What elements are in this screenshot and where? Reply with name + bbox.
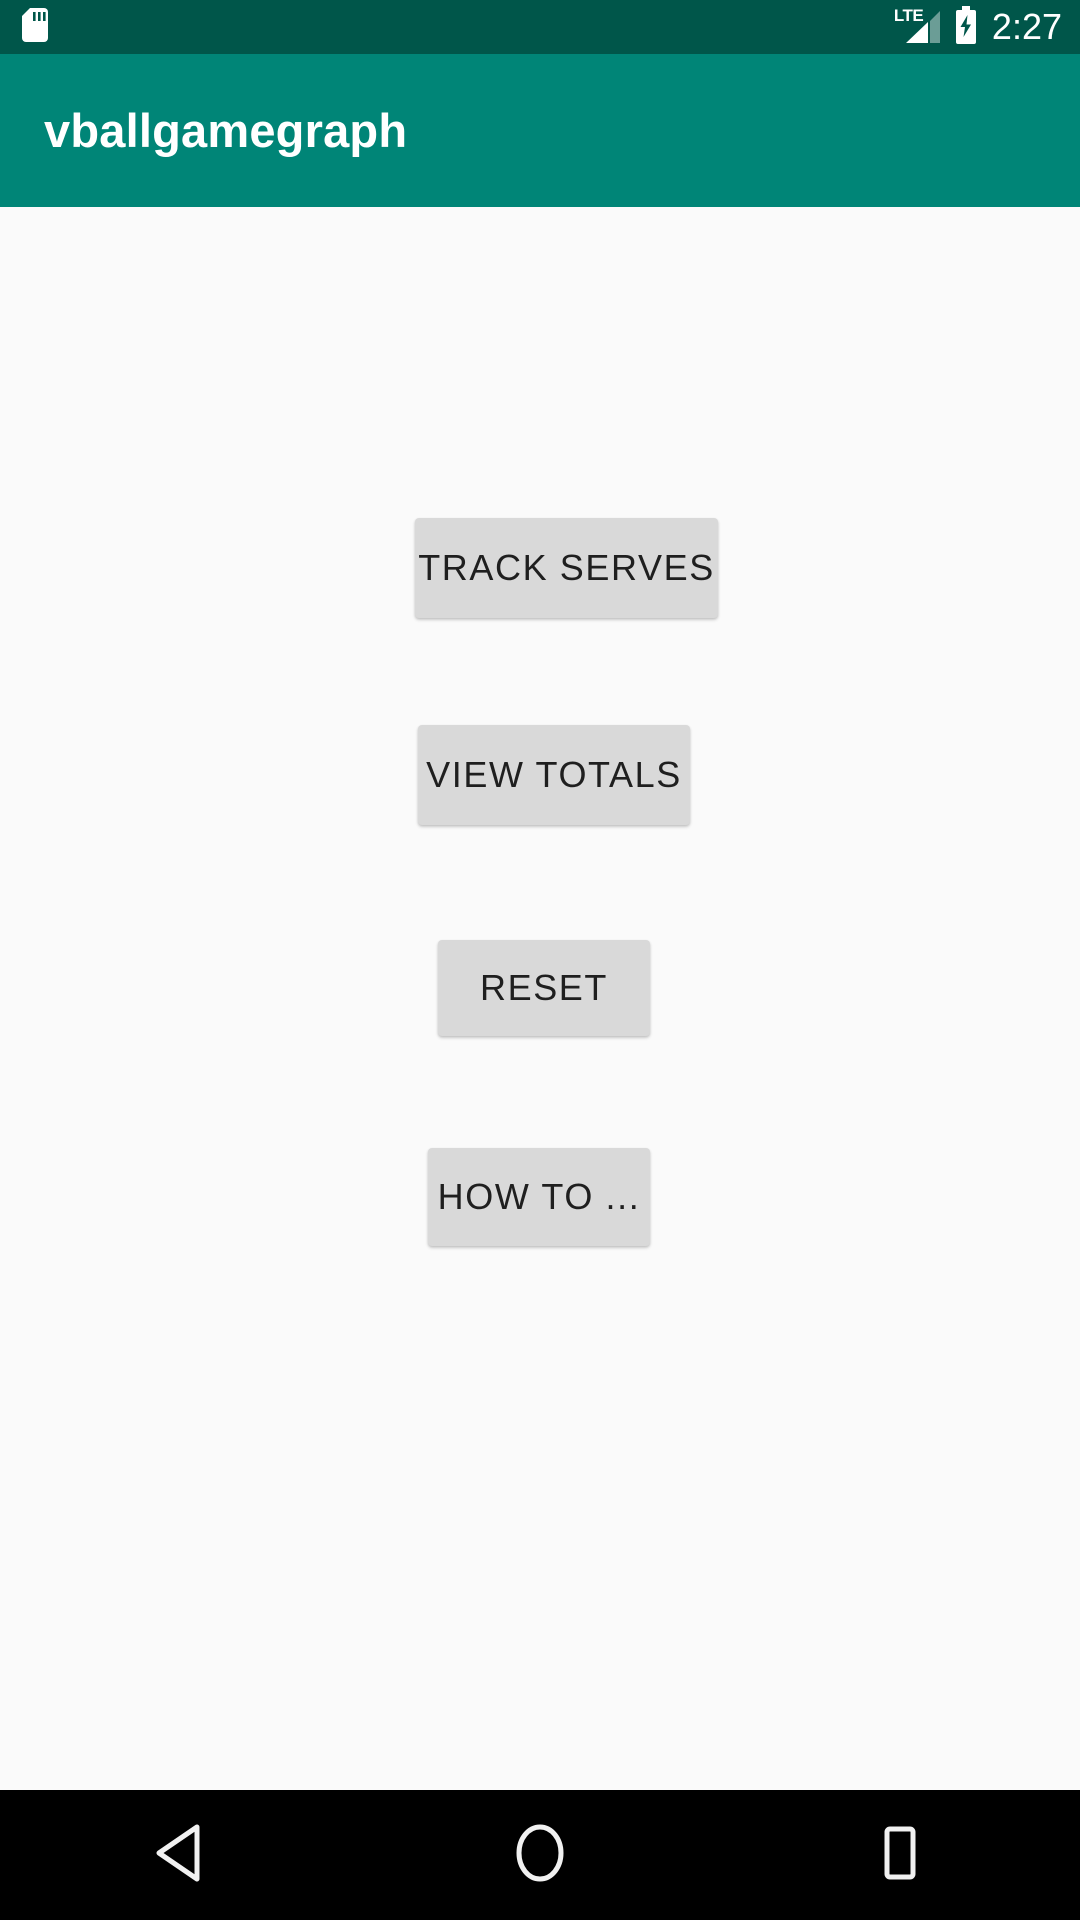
view-totals-button[interactable]: VIEW TOTALS (418, 725, 690, 825)
signal-bars-icon: LTE (894, 7, 940, 47)
battery-charging-icon (954, 5, 978, 49)
status-bar-right-icons: LTE 2:27 (894, 5, 1062, 49)
app-title: vballgamegraph (44, 103, 408, 157)
sd-card-icon (22, 7, 48, 47)
how-to-button[interactable]: HOW TO ... (428, 1148, 650, 1246)
back-triangle-icon (153, 1824, 207, 1887)
signal-triangle-icon (904, 9, 940, 48)
nav-recents-button[interactable] (720, 1790, 1080, 1920)
reset-button[interactable]: RESET (438, 940, 650, 1036)
status-bar: LTE 2:27 (0, 0, 1080, 54)
recents-square-icon (876, 1825, 924, 1886)
home-circle-icon (512, 1824, 568, 1887)
navigation-bar (0, 1790, 1080, 1920)
main-content: TRACK SERVES VIEW TOTALS RESET HOW TO ..… (0, 207, 1080, 1790)
app-bar: vballgamegraph (0, 54, 1080, 207)
nav-home-button[interactable] (360, 1790, 720, 1920)
nav-back-button[interactable] (0, 1790, 360, 1920)
status-bar-left-icons (22, 7, 48, 47)
track-serves-button[interactable]: TRACK SERVES (415, 518, 718, 618)
phone-screen: LTE 2:27 vballgamegraph TRACK SERVES VIE… (0, 0, 1080, 1920)
status-bar-clock: 2:27 (991, 6, 1062, 47)
